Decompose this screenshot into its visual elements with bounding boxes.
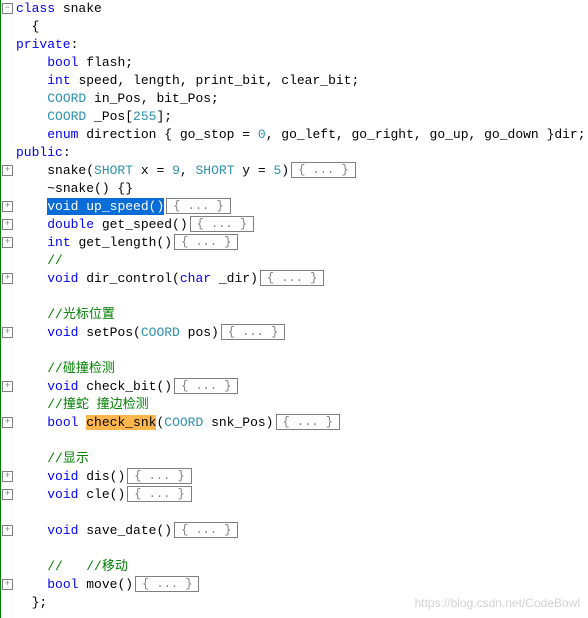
highlight: check_snk — [86, 415, 156, 430]
code-line[interactable]: COORD _Pos[255]; — [16, 108, 588, 126]
fold-expand-icon[interactable] — [2, 165, 13, 176]
code-line[interactable]: void check_bit(){ ... } — [16, 378, 588, 396]
code-line[interactable]: int get_length(){ ... } — [16, 234, 588, 252]
code-line[interactable]: // — [16, 252, 588, 270]
watermark: https://blog.csdn.net/CodeBowl — [415, 594, 580, 612]
fold-placeholder[interactable]: { ... } — [166, 198, 230, 214]
code-line[interactable]: double get_speed(){ ... } — [16, 216, 588, 234]
code-line[interactable]: //光标位置 — [16, 306, 588, 324]
fold-placeholder[interactable]: { ... } — [190, 216, 254, 232]
fold-placeholder[interactable]: { ... } — [135, 576, 199, 592]
code-line[interactable]: { — [16, 18, 588, 36]
fold-expand-icon[interactable] — [2, 417, 13, 428]
fold-expand-icon[interactable] — [2, 219, 13, 230]
code-line[interactable]: bool flash; — [16, 54, 588, 72]
code-line[interactable]: public: — [16, 144, 588, 162]
fold-placeholder[interactable]: { ... } — [174, 378, 238, 394]
selection: void up_speed() — [47, 198, 164, 215]
code-line[interactable] — [16, 342, 588, 360]
fold-expand-icon[interactable] — [2, 327, 13, 338]
code-line[interactable]: bool move(){ ... } — [16, 576, 588, 594]
code-line[interactable]: ~snake() {} — [16, 180, 588, 198]
fold-placeholder[interactable]: { ... } — [276, 414, 340, 430]
code-line[interactable]: bool check_snk(COORD snk_Pos){ ... } — [16, 414, 588, 432]
fold-expand-icon[interactable] — [2, 237, 13, 248]
code-line[interactable]: COORD in_Pos, bit_Pos; — [16, 90, 588, 108]
code-editor[interactable]: class snake {private: bool flash; int sp… — [16, 0, 588, 612]
code-line[interactable]: //撞蛇 撞边检测 — [16, 396, 588, 414]
fold-collapse-icon[interactable] — [2, 3, 13, 14]
code-line[interactable] — [16, 288, 588, 306]
fold-placeholder[interactable]: { ... } — [174, 234, 238, 250]
fold-expand-icon[interactable] — [2, 471, 13, 482]
fold-placeholder[interactable]: { ... } — [127, 468, 191, 484]
code-line[interactable]: enum direction { go_stop = 0, go_left, g… — [16, 126, 588, 144]
code-line[interactable] — [16, 540, 588, 558]
code-line[interactable]: void dir_control(char _dir){ ... } — [16, 270, 588, 288]
fold-placeholder[interactable]: { ... } — [127, 486, 191, 502]
fold-gutter — [0, 0, 16, 618]
code-line[interactable]: void setPos(COORD pos){ ... } — [16, 324, 588, 342]
fold-placeholder[interactable]: { ... } — [221, 324, 285, 340]
fold-placeholder[interactable]: { ... } — [260, 270, 324, 286]
code-line[interactable]: int speed, length, print_bit, clear_bit; — [16, 72, 588, 90]
code-line[interactable]: //显示 — [16, 450, 588, 468]
code-line[interactable]: //碰撞检测 — [16, 360, 588, 378]
fold-expand-icon[interactable] — [2, 525, 13, 536]
code-line[interactable]: private: — [16, 36, 588, 54]
code-line[interactable]: void up_speed(){ ... } — [16, 198, 588, 216]
code-line[interactable] — [16, 432, 588, 450]
code-line[interactable]: void dis(){ ... } — [16, 468, 588, 486]
code-line[interactable]: void save_date(){ ... } — [16, 522, 588, 540]
code-line[interactable]: snake(SHORT x = 9, SHORT y = 5){ ... } — [16, 162, 588, 180]
fold-placeholder[interactable]: { ... } — [291, 162, 355, 178]
fold-expand-icon[interactable] — [2, 273, 13, 284]
fold-placeholder[interactable]: { ... } — [174, 522, 238, 538]
code-line[interactable]: void cle(){ ... } — [16, 486, 588, 504]
fold-expand-icon[interactable] — [2, 201, 13, 212]
fold-expand-icon[interactable] — [2, 489, 13, 500]
code-line[interactable]: class snake — [16, 0, 588, 18]
outline-bar — [0, 0, 1, 618]
fold-expand-icon[interactable] — [2, 381, 13, 392]
code-line[interactable]: // //移动 — [16, 558, 588, 576]
code-line[interactable] — [16, 504, 588, 522]
fold-expand-icon[interactable] — [2, 579, 13, 590]
